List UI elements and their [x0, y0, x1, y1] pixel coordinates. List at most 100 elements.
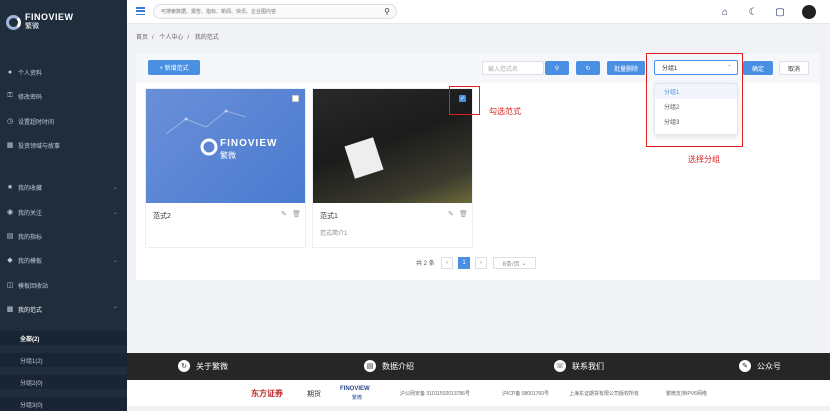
thumbnail-brand-cn: 繁微	[220, 151, 236, 160]
breadcrumb-separator: /	[152, 35, 154, 41]
paradigm-title: 范式2	[153, 213, 171, 220]
refresh-button[interactable]: ↻	[576, 61, 600, 75]
chevron-down-icon: ⌄	[112, 184, 118, 191]
menu-toggle-icon[interactable]	[136, 7, 145, 15]
page-number-current[interactable]: 1	[458, 257, 470, 269]
ipv6-support: 繁微支持IPV6网络	[666, 391, 707, 397]
breadcrumb-personal-center[interactable]: 个人中心	[159, 35, 183, 41]
brand-logo[interactable]: FINOVIEW 繁微	[0, 0, 127, 44]
annotation-checkbox-highlight	[449, 86, 480, 115]
moon-icon[interactable]: ☾	[747, 6, 759, 18]
police-beian[interactable]: 沪公网安备 31011502013786号	[400, 390, 470, 397]
chat-icon[interactable]: ▢	[774, 6, 786, 18]
chevron-down-icon: ⌄	[112, 257, 118, 264]
sidebar-item-recycle[interactable]: ◫ 模板回收站	[0, 278, 127, 292]
brand-name-cn: 繁微	[25, 23, 39, 30]
sidebar-item-my-paradigms[interactable]: ▩ 我的范式 ⌃	[0, 302, 127, 316]
star-icon: ★	[6, 184, 14, 191]
sidebar-item-follow[interactable]: ◉ 我的关注 ⌄	[0, 205, 127, 219]
sidebar-item-label: 修改密码	[18, 94, 43, 101]
paradigm-card[interactable]: FINOVIEW 繁微 范式2 ✎ 🗑	[145, 88, 306, 248]
breadcrumb-current: 我的范式	[194, 35, 219, 41]
photo-label-sticker	[344, 137, 384, 179]
sidebar-item-profile[interactable]: ● 个人资料	[0, 65, 127, 79]
sidebar-subitem-all[interactable]: 全部(2)	[0, 331, 127, 345]
delete-icon[interactable]: 🗑	[292, 210, 301, 218]
card-checkbox[interactable]	[292, 95, 299, 102]
copyright-bar: 东方证券 期货 FINOVIEW 繁微 沪公网安备 31011502013786…	[127, 380, 830, 406]
annotation-group-label: 选择分组	[688, 155, 720, 164]
sidebar-item-invest[interactable]: ▦ 投资领域与故事	[0, 138, 127, 152]
brand-name-en: FINOVIEW	[25, 12, 74, 22]
annotation-group-highlight	[646, 53, 743, 147]
breadcrumb-separator: /	[187, 35, 190, 41]
sidebar-item-label: 我的范式	[18, 307, 43, 314]
avatar[interactable]	[802, 5, 816, 19]
footer-contact[interactable]: ☏ 联系我们	[554, 360, 604, 372]
sidebar: FINOVIEW 繁微 ● 个人资料 ⚿ 修改密码 ◷ 设置超时时间 ▦ 投资领域与故事…	[0, 0, 127, 411]
folder-icon: ▩	[6, 306, 14, 313]
home-icon[interactable]: ⌂	[719, 6, 731, 18]
delete-icon[interactable]: 🗑	[459, 210, 468, 218]
breadcrumb-home[interactable]: 首页	[136, 35, 148, 41]
sidebar-subitem-group3[interactable]: 分组3(0)	[0, 397, 127, 411]
sidebar-item-label: 我的收藏	[18, 185, 43, 192]
page-size-value: 8条/页	[502, 261, 520, 268]
annotation-check-label: 勾选范式	[489, 107, 521, 116]
paradigm-title: 范式1	[320, 213, 338, 220]
search-input[interactable]	[154, 5, 374, 18]
prev-page-button[interactable]: ‹	[441, 257, 453, 269]
paradigm-description: 范式简介1	[320, 231, 348, 237]
sidebar-item-label: 投资领域与故事	[18, 143, 61, 150]
wechat-icon: ✎	[739, 360, 751, 372]
trash-icon: ◫	[6, 282, 14, 289]
paradigm-name-input[interactable]: 输入范式名	[482, 61, 544, 75]
footer-nav: ↻ 关于繁微 ▤ 数据介绍 ☏ 联系我们 ✎ 公众号	[127, 353, 830, 380]
cancel-button[interactable]: 取消	[779, 61, 809, 75]
next-page-button[interactable]: ›	[475, 257, 487, 269]
footer-brand-cn: 繁微	[352, 395, 363, 401]
footer-about[interactable]: ↻ 关于繁微	[178, 360, 228, 372]
chevron-down-icon: ⌄	[112, 209, 118, 216]
sidebar-item-password[interactable]: ⚿ 修改密码	[0, 89, 127, 103]
thumbnail-brand-en: FINOVIEW	[220, 138, 278, 149]
batch-delete-button[interactable]: 批量删除	[607, 61, 645, 75]
footer-brand-en: FINOVIEW	[340, 386, 370, 392]
layers-icon: ◆	[7, 257, 13, 264]
sidebar-subitem-group1[interactable]: 分组1(2)	[0, 353, 127, 367]
breadcrumb: 首页 / 个人中心 / 我的范式	[136, 32, 223, 41]
edit-icon[interactable]: ✎	[448, 210, 454, 218]
chart-icon: ▤	[6, 233, 14, 240]
edit-icon[interactable]: ✎	[281, 210, 287, 218]
search-icon[interactable]: ⚲	[384, 7, 390, 16]
sidebar-item-templates[interactable]: ◆ 我的模板 ⌄	[0, 253, 127, 267]
info-icon: ↻	[178, 360, 190, 372]
futures-label: 期货	[307, 391, 321, 398]
sidebar-item-indicators[interactable]: ▤ 我的指标	[0, 229, 127, 243]
sidebar-item-favorites[interactable]: ★ 我的收藏 ⌄	[0, 180, 127, 194]
paradigm-thumbnail: FINOVIEW 繁微	[146, 89, 305, 203]
global-search: ⚲	[153, 4, 397, 19]
sidebar-item-label: 我的关注	[18, 210, 43, 217]
add-paradigm-button[interactable]: + 新增范式	[148, 60, 200, 75]
sidebar-item-label: 模板回收站	[18, 283, 49, 290]
confirm-button[interactable]: 确定	[743, 61, 773, 75]
page-size-select[interactable]: 8条/页 ⌄	[493, 257, 536, 269]
book-icon: ▦	[6, 142, 14, 149]
chevron-up-icon: ⌃	[112, 306, 118, 313]
orient-securities-logo: 东方证券	[251, 389, 283, 398]
clock-icon: ◷	[6, 118, 14, 125]
footer-wechat[interactable]: ✎ 公众号	[739, 360, 781, 372]
sidebar-item-label: 我的指标	[18, 234, 43, 241]
copyright-company: 上海东证期货有限公司版权所有	[569, 391, 640, 397]
search-button[interactable]: ⚲	[545, 61, 569, 75]
key-icon: ⚿	[7, 92, 13, 99]
sidebar-item-label: 个人资料	[18, 70, 43, 77]
sidebar-item-timeout[interactable]: ◷ 设置超时时间	[0, 114, 127, 128]
sidebar-item-label: 我的模板	[18, 258, 43, 265]
sidebar-subitem-group2[interactable]: 分组2(0)	[0, 375, 127, 389]
icp-beian[interactable]: 沪ICP备 08001760号	[502, 390, 549, 397]
user-icon: ●	[7, 68, 13, 76]
search-icon: ⚲	[554, 65, 560, 72]
footer-data[interactable]: ▤ 数据介绍	[364, 360, 414, 372]
